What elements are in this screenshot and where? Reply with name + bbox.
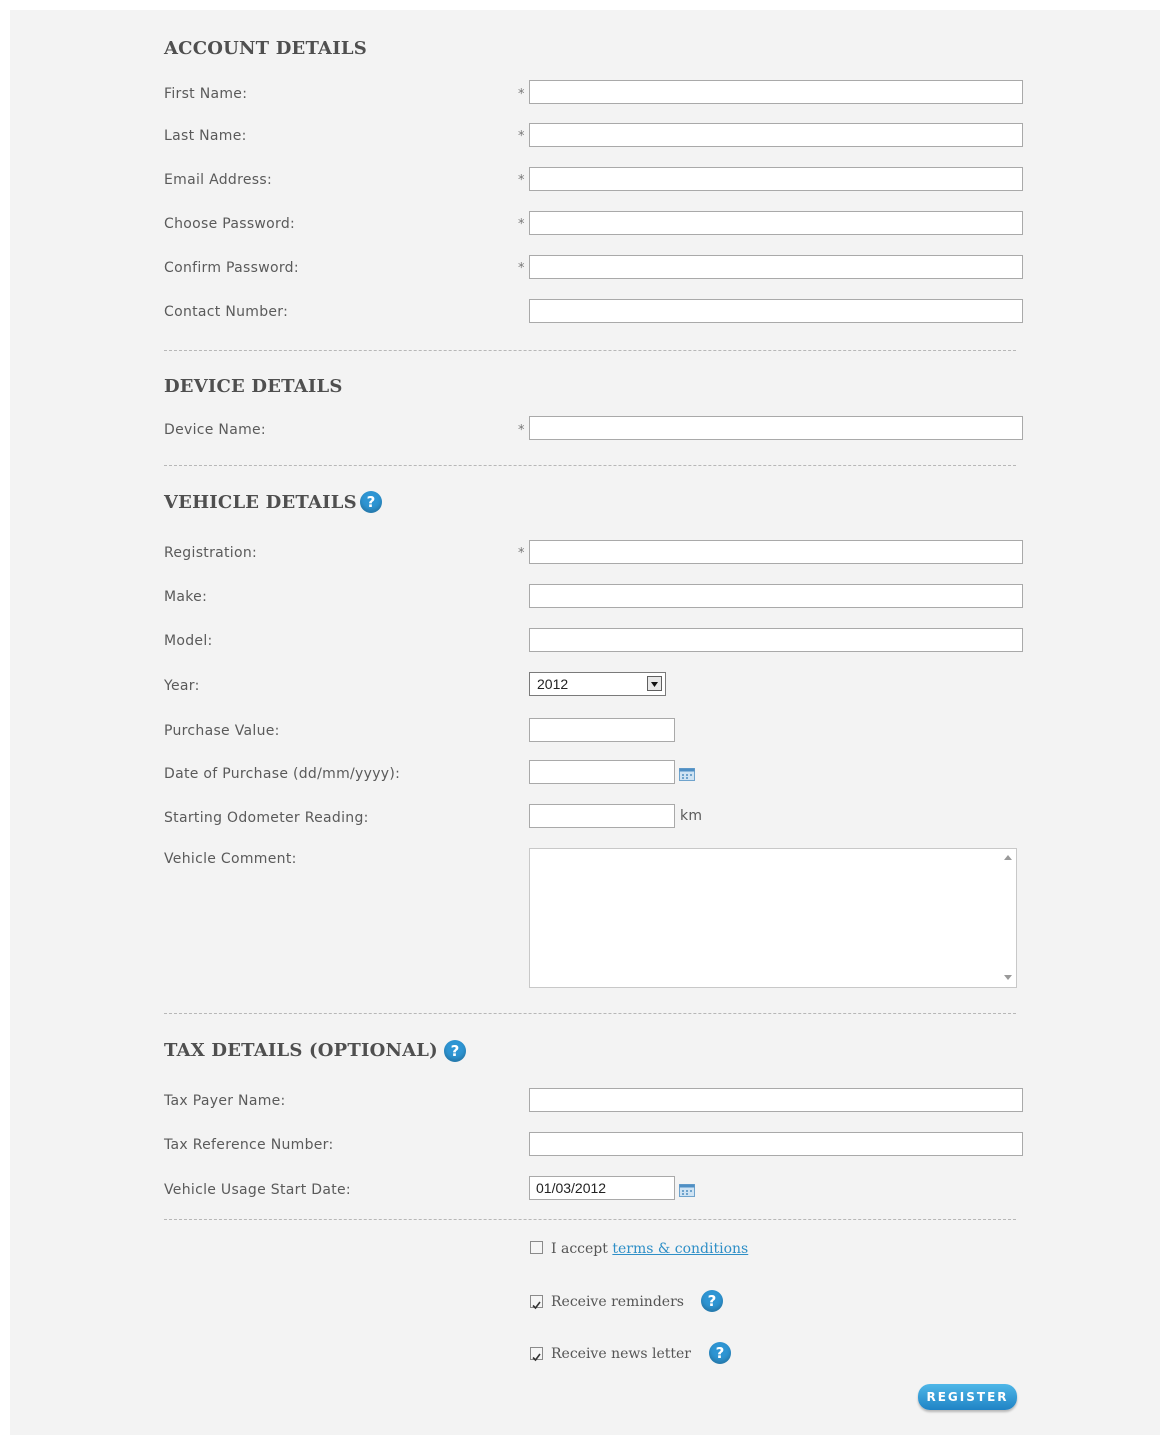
newsletter-checkbox[interactable] bbox=[530, 1347, 543, 1362]
svg-text:?: ? bbox=[451, 1042, 460, 1060]
registration-input[interactable] bbox=[529, 540, 1023, 564]
accept-terms-checkbox[interactable] bbox=[530, 1241, 543, 1254]
required-marker: * bbox=[518, 261, 525, 276]
svg-text:?: ? bbox=[716, 1344, 725, 1362]
chevron-down-icon[interactable] bbox=[647, 676, 662, 691]
password-label: Choose Password: bbox=[164, 216, 296, 232]
make-input[interactable] bbox=[529, 584, 1023, 608]
required-marker: * bbox=[518, 173, 525, 188]
model-input[interactable] bbox=[529, 628, 1023, 652]
registration-label: Registration: bbox=[164, 545, 258, 561]
first-name-input[interactable] bbox=[529, 80, 1023, 104]
tax-details-heading: TAX DETAILS (OPTIONAL) bbox=[164, 1040, 438, 1061]
date-of-purchase-label: Date of Purchase (dd/mm/yyyy): bbox=[164, 766, 401, 782]
tax-payer-name-input[interactable] bbox=[529, 1088, 1023, 1112]
required-marker: * bbox=[518, 217, 525, 232]
tax-payer-name-label: Tax Payer Name: bbox=[164, 1093, 286, 1109]
section-divider bbox=[164, 1219, 1016, 1220]
textarea-scrollbar[interactable] bbox=[1000, 849, 1016, 987]
usage-start-label: Vehicle Usage Start Date: bbox=[164, 1182, 351, 1198]
required-marker: * bbox=[518, 546, 525, 561]
svg-text:?: ? bbox=[367, 493, 376, 511]
vehicle-details-heading: VEHICLE DETAILS bbox=[164, 492, 357, 513]
device-name-label: Device Name: bbox=[164, 422, 266, 438]
section-divider bbox=[164, 350, 1016, 351]
confirm-password-input[interactable] bbox=[529, 255, 1023, 279]
make-label: Make: bbox=[164, 589, 208, 605]
section-divider bbox=[164, 465, 1016, 466]
last-name-label: Last Name: bbox=[164, 128, 247, 144]
year-label: Year: bbox=[164, 678, 200, 694]
vehicle-comment-textarea[interactable] bbox=[529, 848, 1017, 988]
newsletter-label: Receive news letter bbox=[551, 1346, 691, 1362]
section-divider bbox=[164, 1013, 1016, 1014]
email-label: Email Address: bbox=[164, 172, 272, 188]
contact-number-input[interactable] bbox=[529, 299, 1023, 323]
odometer-label: Starting Odometer Reading: bbox=[164, 810, 369, 826]
password-input[interactable] bbox=[529, 211, 1023, 235]
usage-start-input[interactable]: 01/03/2012 bbox=[529, 1176, 675, 1200]
odometer-input[interactable] bbox=[529, 804, 675, 828]
reminders-label: Receive reminders bbox=[551, 1294, 684, 1310]
odometer-unit: km bbox=[680, 808, 703, 824]
purchase-value-input[interactable] bbox=[529, 718, 675, 742]
reminders-checkbox[interactable] bbox=[530, 1295, 543, 1310]
purchase-value-label: Purchase Value: bbox=[164, 723, 280, 739]
last-name-input[interactable] bbox=[529, 123, 1023, 147]
required-marker: * bbox=[518, 129, 525, 144]
svg-text:?: ? bbox=[708, 1292, 717, 1310]
tax-reference-input[interactable] bbox=[529, 1132, 1023, 1156]
required-marker: * bbox=[518, 423, 525, 438]
contact-number-label: Contact Number: bbox=[164, 304, 289, 320]
year-select[interactable]: 2012 bbox=[529, 672, 666, 696]
register-button[interactable]: REGISTER bbox=[918, 1384, 1017, 1410]
accept-terms-prefix: I accept bbox=[551, 1241, 613, 1257]
help-icon[interactable]: ? bbox=[360, 491, 382, 513]
accept-terms-label: I accept terms & conditions bbox=[551, 1240, 748, 1258]
tax-reference-label: Tax Reference Number: bbox=[164, 1137, 334, 1153]
required-marker: * bbox=[518, 87, 525, 102]
email-input[interactable] bbox=[529, 167, 1023, 191]
model-label: Model: bbox=[164, 633, 213, 649]
year-select-value: 2012 bbox=[537, 676, 569, 692]
terms-link[interactable]: terms & conditions bbox=[612, 1241, 748, 1257]
vehicle-comment-label: Vehicle Comment: bbox=[164, 851, 297, 867]
first-name-label: First Name: bbox=[164, 86, 248, 102]
confirm-password-label: Confirm Password: bbox=[164, 260, 299, 276]
help-icon[interactable]: ? bbox=[709, 1342, 731, 1364]
date-of-purchase-input[interactable] bbox=[529, 760, 675, 784]
calendar-icon[interactable] bbox=[679, 766, 695, 781]
device-details-heading: DEVICE DETAILS bbox=[164, 376, 343, 397]
help-icon[interactable]: ? bbox=[701, 1290, 723, 1312]
device-name-input[interactable] bbox=[529, 416, 1023, 440]
help-icon[interactable]: ? bbox=[444, 1040, 466, 1062]
calendar-icon[interactable] bbox=[679, 1182, 695, 1197]
account-details-heading: ACCOUNT DETAILS bbox=[164, 38, 367, 59]
